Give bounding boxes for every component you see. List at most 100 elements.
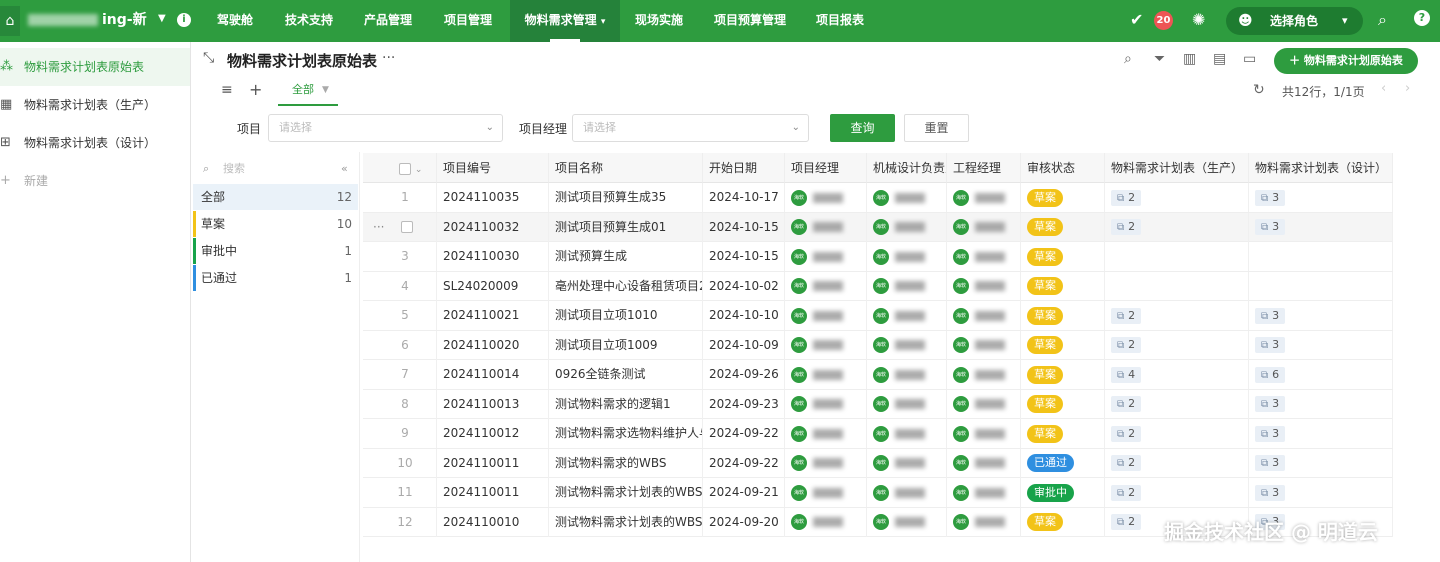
linked-records-count[interactable]: ⧉ 2 [1111, 307, 1142, 324]
nav-item-report[interactable]: 项目报表 [807, 0, 873, 42]
mech-designer-cell[interactable]: 海软 [867, 389, 947, 419]
row-index-cell[interactable]: 1 [363, 183, 437, 212]
engineering-manager-cell[interactable]: 海软 [947, 389, 1021, 419]
expand-icon[interactable]: ⤡ [203, 50, 214, 66]
collapse-icon[interactable]: « [341, 158, 348, 180]
project-code-cell[interactable]: 2024110021 [437, 301, 549, 330]
engineering-manager-cell[interactable]: 海软 [947, 271, 1021, 301]
design-plan-cell[interactable]: ⧉ 6 [1249, 360, 1393, 389]
project-code-cell[interactable]: SL24020009 [437, 271, 549, 301]
project-name-cell[interactable]: 测试项目立项1010 [549, 301, 703, 330]
project-code-cell[interactable]: 2024110014 [437, 360, 549, 389]
linked-records-count[interactable]: ⧉ 4 [1111, 366, 1142, 383]
project-name-cell[interactable]: 测试物料需求的WBS [549, 448, 703, 478]
nav-item-budget[interactable]: 项目预算管理 [705, 0, 795, 42]
project-name-cell[interactable]: 亳州处理中心设备租赁项目20 [549, 271, 703, 301]
design-plan-cell[interactable]: ⧉ 3 [1249, 448, 1393, 478]
project-name-cell[interactable]: 测试物料需求选物料维护人与… [549, 419, 703, 448]
row-index-cell[interactable]: ··· [363, 212, 437, 242]
row-index-cell[interactable]: 8 [363, 389, 437, 419]
project-code-cell[interactable]: 2024110032 [437, 212, 549, 242]
audit-status-cell[interactable]: 草案 [1021, 330, 1105, 360]
production-plan-cell[interactable]: ⧉ 4 [1105, 360, 1249, 389]
table-row[interactable]: 7 2024110014 0926全链条测试 2024-09-26 海软 海软 海软 草案 ⧉ 4… [363, 360, 1393, 390]
project-name-cell[interactable]: 测试项目预算生成01 [549, 212, 703, 242]
sidebar-item-raw[interactable]: ⁂ 物料需求计划表原始表 [0, 48, 190, 86]
audit-status-cell[interactable]: 已通过 [1021, 448, 1105, 478]
filter-icon[interactable]: ⏷ [1154, 51, 1165, 67]
production-plan-cell[interactable]: ⧉ 2 [1105, 389, 1249, 419]
mech-designer-cell[interactable]: 海软 [867, 183, 947, 212]
design-plan-cell[interactable]: ⧉ 3 [1249, 212, 1393, 242]
row-index-cell[interactable]: 5 [363, 301, 437, 330]
table-row[interactable]: 5 2024110021 测试项目立项1010 2024-10-10 海软 海软 海软 草案 ⧉… [363, 301, 1393, 331]
linked-records-count[interactable]: ⧉ 2 [1111, 337, 1142, 353]
audit-status-cell[interactable]: 草案 [1021, 419, 1105, 448]
mech-designer-cell[interactable]: 海软 [867, 301, 947, 330]
column-header[interactable]: 项目名称 [549, 153, 703, 183]
nav-item-material[interactable]: 物料需求管理 ▾ [510, 0, 620, 42]
prev-page-icon[interactable]: ‹ [1381, 81, 1386, 96]
table-row[interactable]: 9 2024110012测试物料需求选物料维护人与…2024-09-22 海软 海软 海… [363, 419, 1393, 449]
project-name-cell[interactable]: 测试项目预算生成35 [549, 183, 703, 212]
project-code-cell[interactable]: 2024110012 [437, 419, 549, 448]
group-item-draft[interactable]: 草案 10 [193, 211, 358, 237]
help-icon[interactable]: ? [1414, 10, 1430, 26]
production-plan-cell[interactable] [1105, 242, 1249, 271]
column-header[interactable]: 物料需求计划表（生产） [1105, 153, 1249, 183]
column-header[interactable]: 机械设计负责人 [867, 153, 947, 183]
row-index-cell[interactable]: 3 [363, 242, 437, 271]
linked-records-count[interactable]: ⧉ 2 [1111, 514, 1142, 530]
next-page-icon[interactable]: › [1405, 81, 1410, 96]
nav-item-onsite[interactable]: 现场实施 [626, 0, 692, 42]
start-date-cell[interactable]: 2024-09-23 [703, 389, 785, 419]
project-code-cell[interactable]: 2024110011 [437, 448, 549, 478]
start-date-cell[interactable]: 2024-09-22 [703, 419, 785, 448]
caret-down-icon[interactable]: ▼ [322, 78, 329, 102]
audit-status-cell[interactable]: 草案 [1021, 360, 1105, 389]
role-selector[interactable]: ☻ 选择角色 ▾ [1226, 7, 1363, 35]
reset-button[interactable]: 重置 [904, 114, 969, 142]
production-plan-cell[interactable]: ⧉ 2 [1105, 301, 1249, 330]
start-date-cell[interactable]: 2024-10-17 [703, 183, 785, 212]
sidebar-item-production[interactable]: ▦ 物料需求计划表（生产） [0, 86, 190, 124]
inbox-icon[interactable]: ▭ [1243, 51, 1256, 67]
engineering-manager-cell[interactable]: 海软 [947, 330, 1021, 360]
project-code-cell[interactable]: 2024110035 [437, 183, 549, 212]
design-plan-cell[interactable]: ⧉ 3 [1249, 183, 1393, 212]
mech-designer-cell[interactable]: 海软 [867, 212, 947, 242]
row-index-cell[interactable]: 4 [363, 271, 437, 301]
design-plan-cell[interactable]: ⧉ 3 [1249, 478, 1393, 507]
project-code-cell[interactable]: 2024110030 [437, 242, 549, 271]
table-row[interactable]: 1 2024110035 测试项目预算生成35 2024-10-17 海软 海软 海软 草案 ⧉… [363, 183, 1393, 213]
production-plan-cell[interactable]: ⧉ 2 [1105, 448, 1249, 478]
nav-item-project[interactable]: 项目管理 [435, 0, 501, 42]
refresh-icon[interactable]: ↻ [1253, 82, 1265, 98]
nav-item-cockpit[interactable]: 驾驶舱 [206, 0, 264, 42]
engineering-manager-cell[interactable]: 海软 [947, 360, 1021, 389]
project-name-cell[interactable]: 0926全链条测试 [549, 360, 703, 389]
mech-designer-cell[interactable]: 海软 [867, 478, 947, 507]
select-all-checkbox[interactable] [399, 162, 411, 175]
audit-status-cell[interactable]: 草案 [1021, 271, 1105, 301]
select-all-header[interactable]: ⌄ [363, 153, 437, 183]
linked-records-count[interactable]: ⧉ 2 [1111, 396, 1142, 412]
mech-designer-cell[interactable]: 海软 [867, 507, 947, 537]
project-manager-cell[interactable]: 海软 [785, 389, 867, 419]
row-index-cell[interactable]: 7 [363, 360, 437, 389]
comment-icon[interactable]: ▤ [1213, 51, 1226, 67]
row-index-cell[interactable]: 9 [363, 419, 437, 448]
project-name-cell[interactable]: 测试预算生成 [549, 242, 703, 271]
column-header[interactable]: 项目编号 [437, 153, 549, 183]
row-index-cell[interactable]: 10 [363, 448, 437, 478]
start-date-cell[interactable]: 2024-09-22 [703, 448, 785, 478]
search-icon[interactable]: ⌕ [1124, 51, 1132, 67]
engineering-manager-cell[interactable]: 海软 [947, 448, 1021, 478]
row-checkbox[interactable] [401, 221, 413, 233]
project-manager-cell[interactable]: 海软 [785, 330, 867, 360]
start-date-cell[interactable]: 2024-10-09 [703, 330, 785, 360]
design-plan-cell[interactable]: ⧉ 3 [1249, 330, 1393, 360]
list-icon[interactable]: ≡ [221, 82, 233, 98]
project-code-cell[interactable]: 2024110010 [437, 507, 549, 537]
project-manager-cell[interactable]: 海软 [785, 183, 867, 212]
